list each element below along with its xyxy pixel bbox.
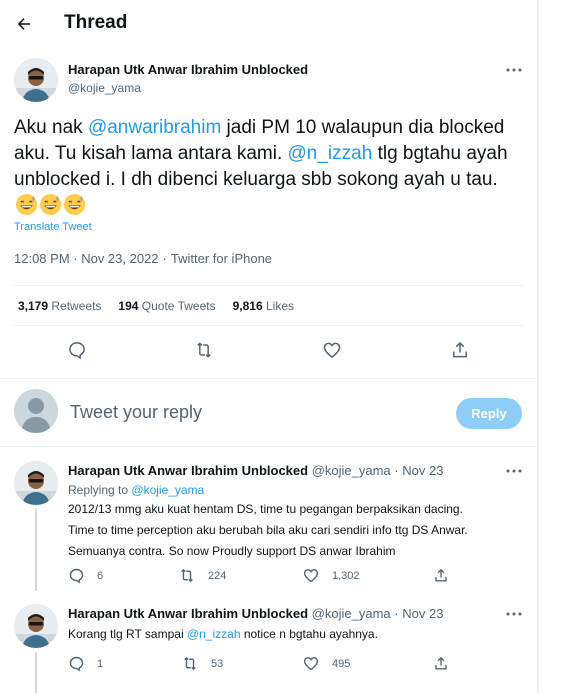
- mention-link[interactable]: @kojie_yama: [131, 483, 204, 497]
- tweet-meta: 12:08 PM · Nov 23, 2022 · Twitter for iPho…: [14, 251, 272, 266]
- quote-tweets-stat[interactable]: 194 Quote Tweets: [118, 299, 215, 313]
- retweets-count: 3,179: [18, 299, 49, 313]
- tweet-timestamp[interactable]: 12:08 PM · Nov 23, 2022: [14, 251, 159, 266]
- divider: [14, 325, 524, 326]
- tweet-actions: [0, 338, 538, 366]
- share-icon[interactable]: [450, 340, 472, 362]
- thread-connector-line: [35, 652, 37, 693]
- retweet-count: 224: [208, 569, 227, 582]
- mention-link[interactable]: @n_izzah: [187, 627, 241, 641]
- reply-date[interactable]: Nov 23: [402, 463, 443, 478]
- mention-link[interactable]: @anwaribrahim: [88, 117, 221, 138]
- tweet-text-part: Aku nak: [14, 117, 88, 138]
- tweet-stats: 3,179 Retweets 194 Quote Tweets 9,816 Li…: [18, 299, 294, 313]
- reply-text-line: Time to time perception aku berubah bila…: [68, 523, 468, 537]
- more-options-button[interactable]: [503, 63, 525, 77]
- translate-tweet-link[interactable]: Translate Tweet: [14, 221, 92, 233]
- reply-author-avatar[interactable]: [14, 604, 58, 648]
- reply-count: 6: [97, 569, 104, 582]
- more-horizontal-icon: [506, 612, 522, 616]
- reply-author-handle[interactable]: @kojie_yama: [312, 606, 391, 621]
- primary-column: Thread Harapan Utk Anwar Ibrahim Unblock…: [0, 0, 538, 693]
- heart-icon[interactable]: [321, 340, 343, 362]
- retweet-icon: [184, 656, 196, 671]
- reply-retweet-action[interactable]: 224: [178, 567, 226, 584]
- meta-separator: ·: [162, 251, 167, 266]
- author-handle[interactable]: @kojie_yama: [68, 81, 141, 95]
- likes-count: 9,816: [232, 299, 263, 313]
- reply-text-line: 2012/13 mmg aku kuat hentam DS, time tu …: [68, 502, 463, 516]
- replying-to-label: Replying to: [68, 483, 129, 497]
- share-icon: [435, 568, 447, 582]
- retweet-icon: [181, 568, 193, 583]
- reply-more-options-button[interactable]: [503, 464, 525, 478]
- grinning-sweat-emoji-icon: [15, 193, 38, 224]
- reply-retweet-action[interactable]: 53: [181, 655, 223, 672]
- reply-text-line: Semuanya contra. So now Proudly support …: [68, 544, 396, 558]
- reply-share-action[interactable]: [433, 655, 461, 672]
- reply-text-part: notice n bgtahu ayahnya.: [240, 627, 378, 641]
- reply-like-action[interactable]: 1,302: [302, 567, 360, 584]
- reply-count: 1: [97, 657, 104, 670]
- more-horizontal-icon: [506, 469, 522, 473]
- grinning-sweat-emoji-icon: [39, 193, 62, 224]
- reply-dot: ·: [394, 463, 399, 478]
- arrow-left-icon: [17, 18, 30, 30]
- reply-text-part: Korang tlg RT sampai: [68, 627, 187, 641]
- divider: [14, 285, 524, 286]
- reply-author-name[interactable]: Harapan Utk Anwar Ibrahim Unblocked: [68, 463, 308, 478]
- tweet-source[interactable]: Twitter for iPhone: [171, 251, 272, 266]
- likes-stat[interactable]: 9,816 Likes: [233, 299, 294, 313]
- reply-input[interactable]: Tweet your reply: [70, 402, 202, 423]
- reply-author-name[interactable]: Harapan Utk Anwar Ibrahim Unblocked: [68, 606, 308, 621]
- reply-button[interactable]: Reply: [456, 398, 522, 429]
- divider: [0, 446, 538, 447]
- heart-icon: [303, 657, 319, 671]
- share-icon: [435, 656, 447, 670]
- quotes-count: 194: [118, 299, 139, 313]
- reply-dot: ·: [394, 606, 399, 621]
- reply-icon: [69, 656, 84, 672]
- thread-header: Thread: [0, 0, 538, 48]
- reply-text: 2012/13 mmg aku kuat hentam DS, time tu …: [68, 499, 528, 562]
- sidebar-divider: [538, 0, 539, 693]
- likes-label: Likes: [265, 299, 294, 313]
- tweet-text: Aku nak @anwaribrahim jadi PM 10 walaupu…: [14, 115, 514, 224]
- author-avatar[interactable]: [14, 58, 58, 102]
- divider: [0, 378, 538, 379]
- more-horizontal-icon: [506, 68, 522, 72]
- quotes-label: Quote Tweets: [141, 299, 216, 313]
- page-title: Thread: [64, 12, 128, 33]
- retweet-count: 53: [211, 657, 224, 670]
- back-button[interactable]: [8, 8, 40, 40]
- reply-icon: [69, 568, 84, 584]
- reply-more-options-button[interactable]: [503, 607, 525, 621]
- reply-date[interactable]: Nov 23: [402, 606, 443, 621]
- mention-link[interactable]: @n_izzah: [288, 143, 373, 164]
- reply-replies-action[interactable]: 6: [68, 567, 103, 584]
- like-count: 1,302: [332, 569, 360, 582]
- retweets-stat[interactable]: 3,179 Retweets: [18, 299, 101, 313]
- reply-author-avatar[interactable]: [14, 461, 58, 505]
- reply-header: Harapan Utk Anwar Ibrahim Unblocked @koj…: [68, 463, 443, 478]
- like-count: 495: [332, 657, 351, 670]
- reply-like-action[interactable]: 495: [302, 655, 350, 672]
- thread-connector-line: [35, 509, 37, 591]
- reply-text: Korang tlg RT sampai @n_izzah notice n b…: [68, 624, 528, 645]
- replying-to: Replying to @kojie_yama: [68, 483, 204, 497]
- grinning-sweat-emoji-icon: [63, 193, 86, 224]
- current-user-avatar[interactable]: [14, 389, 58, 433]
- author-name[interactable]: Harapan Utk Anwar Ibrahim Unblocked: [68, 62, 308, 77]
- heart-icon: [303, 569, 319, 583]
- reply-author-handle[interactable]: @kojie_yama: [312, 463, 391, 478]
- retweet-icon[interactable]: [193, 340, 215, 362]
- reply-share-action[interactable]: [433, 567, 461, 584]
- retweets-label: Retweets: [51, 299, 102, 313]
- reply-header: Harapan Utk Anwar Ibrahim Unblocked @koj…: [68, 606, 443, 621]
- reply-replies-action[interactable]: 1: [68, 655, 103, 672]
- reply-icon[interactable]: [67, 340, 89, 362]
